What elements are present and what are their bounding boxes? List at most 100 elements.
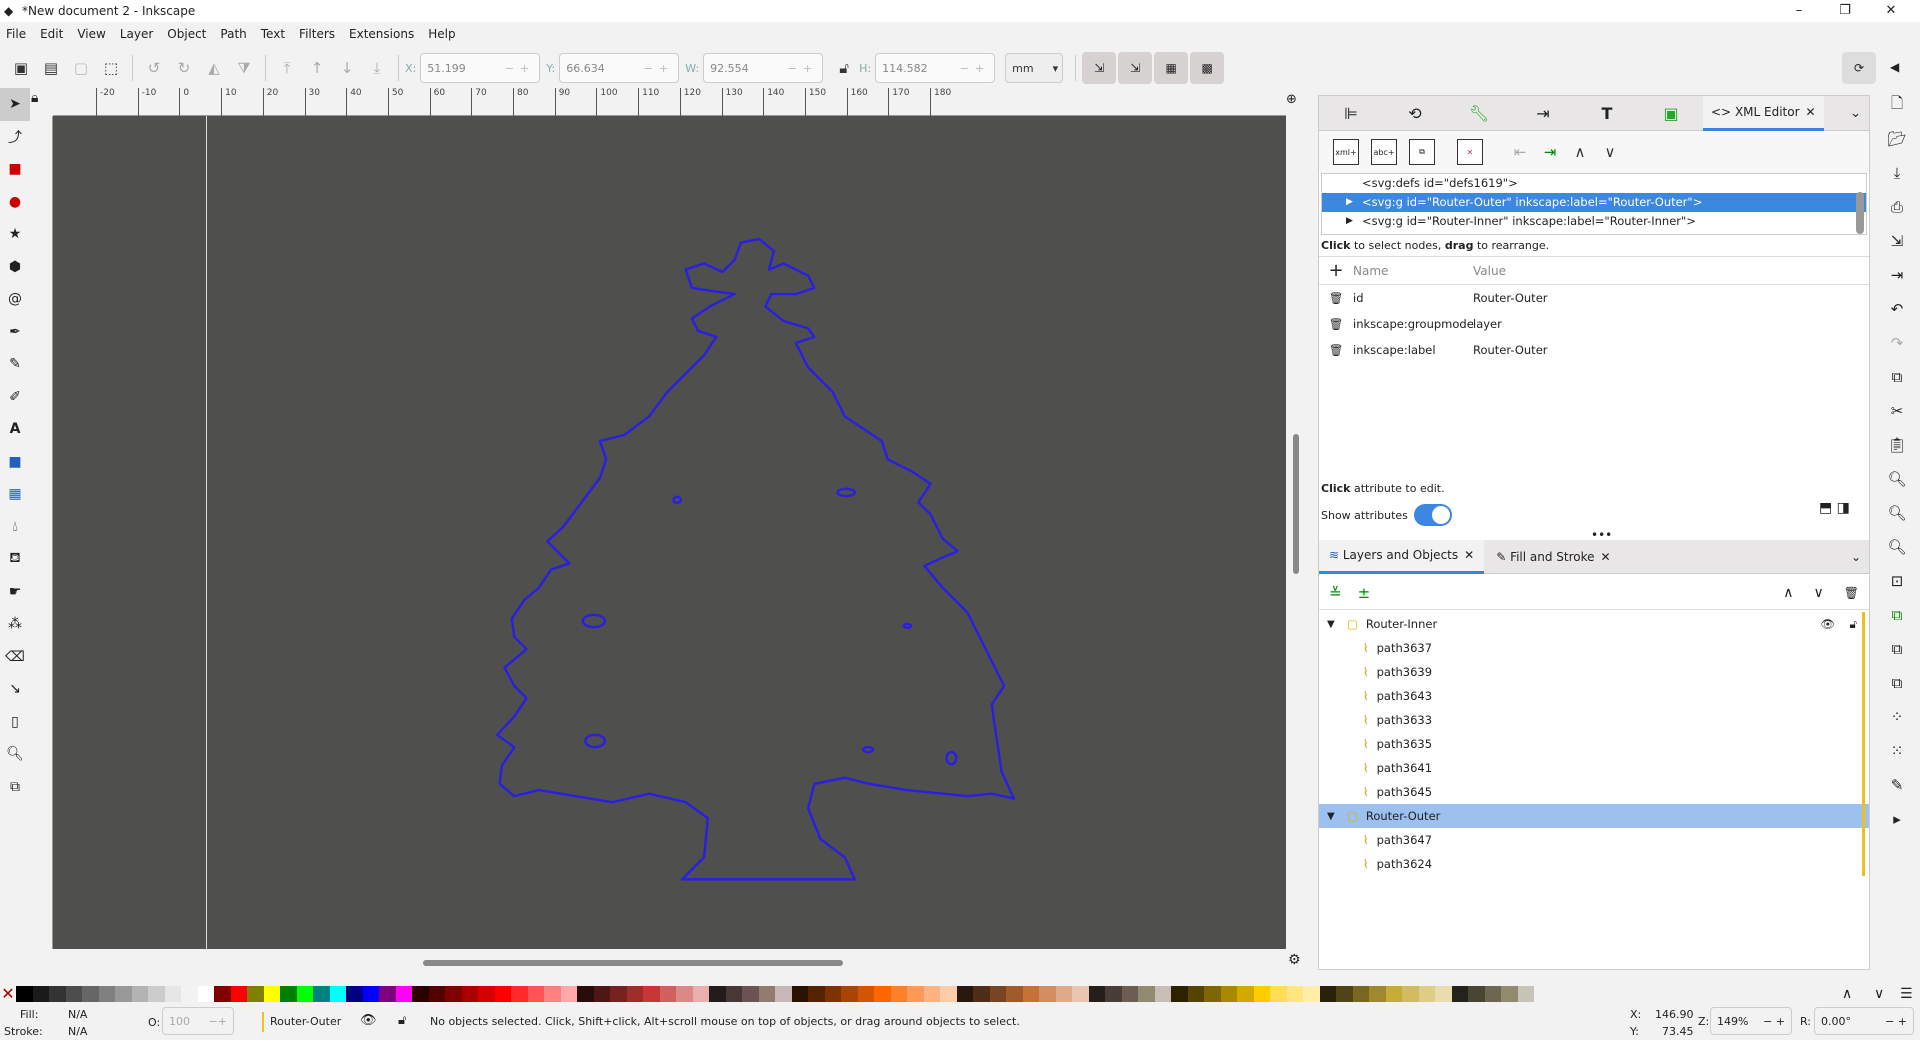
flip-horizontal-icon[interactable]: ◭ [199, 53, 229, 83]
export-icon[interactable]: ⇥ [1874, 258, 1920, 292]
rotate-ccw-icon[interactable]: ↺ [139, 53, 169, 83]
tab-fill-and-stroke[interactable]: ✎ Fill and Stroke ✕ [1484, 550, 1622, 564]
close-tab-icon[interactable]: ✕ [1464, 548, 1474, 562]
color-swatch[interactable] [181, 985, 198, 1002]
opacity-field[interactable]: 100 −+ [162, 1007, 234, 1035]
unindent-node-icon[interactable]: ⇤ [1505, 137, 1535, 167]
color-swatch[interactable] [1319, 985, 1336, 1002]
delete-node-icon[interactable]: ✕ [1457, 139, 1483, 165]
maximize-button[interactable]: ❐ [1822, 0, 1868, 22]
color-swatch[interactable] [1105, 985, 1122, 1002]
flip-vertical-icon[interactable]: ⧩ [229, 53, 259, 83]
align-icon[interactable]: ⊫ [1319, 104, 1383, 123]
close-tab-icon[interactable]: ✕ [1601, 550, 1611, 564]
vertical-ruler[interactable] [30, 116, 53, 949]
more-icon[interactable]: ▸ [1874, 802, 1920, 836]
color-swatch[interactable] [247, 985, 264, 1002]
raise-top-icon[interactable]: ⤒ [272, 53, 302, 83]
minimize-button[interactable]: – [1776, 0, 1822, 22]
layer-lock-icon[interactable]: 🔓︎ [398, 1013, 406, 1028]
object-row[interactable]: ⌇ path3647 [1319, 828, 1869, 852]
color-swatch[interactable] [98, 985, 115, 1002]
color-swatch[interactable] [1121, 985, 1138, 1002]
zoom-width-icon[interactable]: ⊡ [1874, 564, 1920, 598]
import-icon[interactable]: ⇲ [1874, 224, 1920, 258]
attribute-row[interactable]: 🗑︎ inkscape:label Router-Outer [1319, 337, 1869, 363]
move-up-icon[interactable]: ∧ [1783, 585, 1793, 601]
color-swatch[interactable] [478, 985, 495, 1002]
h-value[interactable]: 114.582 [882, 62, 928, 75]
color-swatch[interactable] [49, 985, 66, 1002]
unlink-clone-icon[interactable]: ⧉ [1874, 666, 1920, 700]
attribute-value[interactable]: Router-Outer [1473, 343, 1548, 357]
color-swatch[interactable] [841, 985, 858, 1002]
color-swatch[interactable] [428, 985, 445, 1002]
undo-icon[interactable]: ↶ [1874, 292, 1920, 326]
raise-node-icon[interactable]: ∧ [1565, 137, 1595, 167]
select-all-layers-icon[interactable]: ▤ [36, 53, 66, 83]
ungroup-icon[interactable]: ⁙ [1874, 734, 1920, 768]
color-swatch[interactable] [527, 985, 544, 1002]
color-swatch[interactable] [263, 985, 280, 1002]
dropper-tool-icon[interactable]: 💧︎ [0, 511, 30, 544]
spray-tool-icon[interactable]: ⁂ [0, 608, 30, 641]
measure-tool-icon[interactable]: ⧉ [0, 771, 30, 804]
color-swatch[interactable] [692, 985, 709, 1002]
color-swatch[interactable] [1204, 985, 1221, 1002]
color-swatch[interactable] [1517, 985, 1534, 1002]
object-row[interactable]: ⌇ path3624 [1319, 852, 1869, 876]
color-swatch[interactable] [1171, 985, 1188, 1002]
zoom-page-icon[interactable]: 🔍︎ [1874, 530, 1920, 564]
color-swatch[interactable] [197, 985, 214, 1002]
connector-tool-icon[interactable]: ↘ [0, 673, 30, 706]
color-swatch[interactable] [791, 985, 808, 1002]
guide-lock-icon[interactable]: 🔒︎ [31, 90, 38, 106]
color-swatch[interactable] [362, 985, 379, 1002]
color-swatch[interactable] [610, 985, 627, 1002]
color-swatch[interactable] [1451, 985, 1468, 1002]
color-swatch[interactable] [82, 985, 99, 1002]
color-swatch[interactable] [445, 985, 462, 1002]
color-swatch[interactable] [676, 985, 693, 1002]
color-swatch[interactable] [164, 985, 181, 1002]
ellipse-tool-icon[interactable]: ● [0, 186, 30, 219]
lower-node-icon[interactable]: ∨ [1595, 137, 1625, 167]
delete-layer-icon[interactable]: 🗑︎ [1844, 586, 1859, 600]
current-layer[interactable]: Router-Outer [270, 1015, 341, 1028]
x-value[interactable]: 51.199 [427, 62, 466, 75]
expand-icon[interactable]: ▶ [1346, 212, 1353, 231]
tabs-menu-chevron-icon[interactable]: ⌄ [1850, 106, 1861, 121]
layers-tree[interactable]: ▼ ▢ Router-Inner 👁︎ 🔓︎ ⌇ path3637 ⌇ path3639 ⌇ pat… [1319, 612, 1869, 876]
image-icon[interactable]: ▣ [1639, 104, 1703, 123]
menu-view[interactable]: View [77, 27, 105, 41]
duplicate-node-icon[interactable]: ⧉ [1409, 139, 1435, 165]
horizontal-ruler[interactable]: -20 -10 0 10 20 30 40 50 60 70 80 90 100 110 120 130 140… [53, 88, 1286, 116]
move-down-icon[interactable]: ∨ [1814, 585, 1824, 601]
vertical-scroll-thumb[interactable] [1293, 434, 1299, 574]
color-swatch[interactable] [923, 985, 940, 1002]
color-swatch[interactable] [890, 985, 907, 1002]
add-attribute-icon[interactable]: + [1319, 260, 1353, 281]
attribute-row[interactable]: 🗑︎ inkscape:groupmode layer [1319, 311, 1869, 337]
expand-icon[interactable]: ▼ [1327, 811, 1341, 822]
color-swatch[interactable] [1022, 985, 1039, 1002]
menu-extensions[interactable]: Extensions [349, 27, 414, 41]
horizontal-scrollbar[interactable] [53, 949, 1286, 973]
rectangle-tool-icon[interactable]: ■ [0, 153, 30, 186]
menu-filters[interactable]: Filters [299, 27, 335, 41]
layer-row[interactable]: ▼ ▢ Router-Outer [1319, 804, 1869, 828]
color-swatch[interactable] [1187, 985, 1204, 1002]
color-swatch[interactable] [725, 985, 742, 1002]
paint-bucket-tool-icon[interactable]: ⛾ [0, 543, 30, 576]
h-field[interactable]: H: 114.582 −+ [859, 53, 996, 83]
show-attributes-toggle[interactable] [1413, 504, 1452, 526]
xml-node-tree[interactable]: <svg:defs id="defs1619"> ▶ <svg:g id="Rou… [1321, 173, 1867, 235]
color-swatch[interactable] [412, 985, 429, 1002]
color-swatch[interactable] [32, 985, 49, 1002]
delete-attribute-icon[interactable]: 🗑︎ [1319, 343, 1353, 357]
color-swatch[interactable] [1237, 985, 1254, 1002]
color-swatch[interactable] [808, 985, 825, 1002]
menu-file[interactable]: File [6, 27, 26, 41]
scale-stroke-icon[interactable]: ⇲ [1082, 52, 1117, 84]
color-swatch[interactable] [956, 985, 973, 1002]
